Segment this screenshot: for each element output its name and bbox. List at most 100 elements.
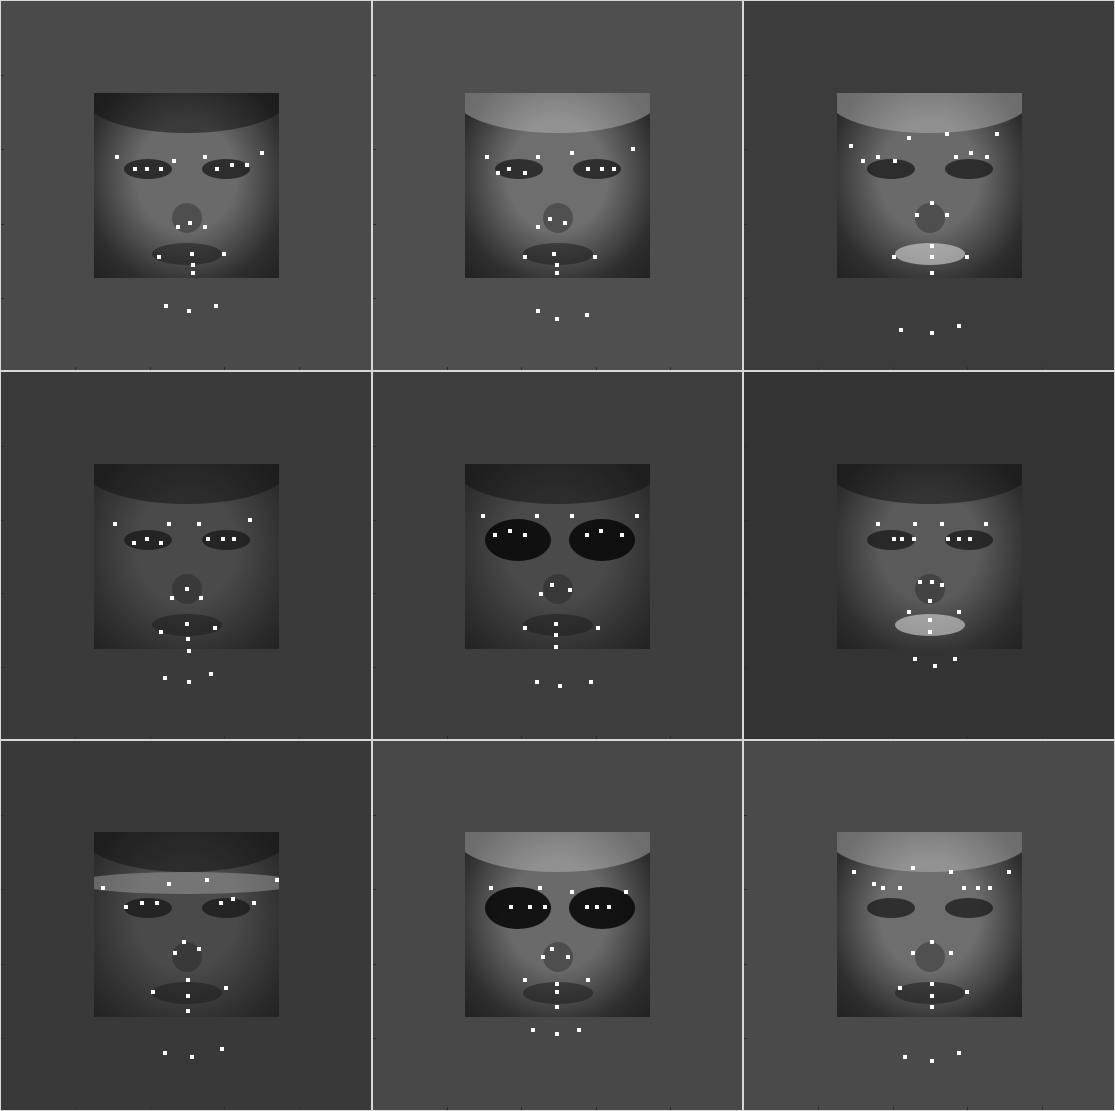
landmark-point	[945, 132, 949, 136]
axis-tick	[373, 298, 376, 299]
landmark-point	[915, 213, 919, 217]
landmark-point	[635, 514, 639, 518]
axis-tick	[75, 1107, 76, 1110]
landmark-point	[186, 994, 190, 998]
axis-tick	[596, 1107, 597, 1110]
landmark-point	[507, 167, 511, 171]
landmark-point	[187, 649, 191, 653]
landmark-point	[930, 1059, 934, 1063]
landmark-point	[260, 151, 264, 155]
axis-tick	[1, 667, 4, 668]
axis-tick	[1, 815, 4, 816]
landmark-point	[536, 309, 540, 313]
landmark-point	[555, 271, 559, 275]
landmark-point	[577, 1028, 581, 1032]
landmark-point	[523, 978, 527, 982]
axis-tick	[1, 889, 4, 890]
axis-tick	[744, 889, 747, 890]
landmark-point	[620, 533, 624, 537]
landmark-point	[536, 155, 540, 159]
landmark-point	[190, 252, 194, 256]
landmark-point	[555, 982, 559, 986]
landmark-point	[930, 244, 934, 248]
landmark-point	[213, 626, 217, 630]
mouth-shade	[152, 982, 222, 1004]
landmark-point	[115, 155, 119, 159]
landmark-point	[949, 951, 953, 955]
landmark-point	[493, 533, 497, 537]
landmark-point	[531, 1028, 535, 1032]
landmark-point	[930, 1005, 934, 1009]
axis-tick	[373, 889, 376, 890]
landmark-point	[151, 990, 155, 994]
landmark-point	[912, 537, 916, 541]
axis-tick	[299, 736, 300, 739]
landmark-point	[232, 537, 236, 541]
landmark-point	[928, 630, 932, 634]
face-photo	[94, 93, 279, 278]
face-photo	[837, 832, 1022, 1017]
axis-tick	[744, 224, 747, 225]
nose-shade	[915, 942, 945, 972]
axis-tick	[373, 520, 376, 521]
landmark-point	[536, 225, 540, 229]
landmark-point	[631, 147, 635, 151]
face-panel-2	[372, 0, 743, 371]
landmark-point	[164, 304, 168, 308]
landmark-point	[968, 537, 972, 541]
axis-tick	[521, 367, 522, 370]
landmark-point	[892, 537, 896, 541]
landmark-point	[203, 225, 207, 229]
landmark-point	[861, 159, 865, 163]
landmark-point	[876, 155, 880, 159]
axis-tick	[744, 964, 747, 965]
hair-shade	[837, 93, 1022, 133]
landmark-point	[528, 905, 532, 909]
face-panel-5	[372, 371, 743, 740]
landmark-point	[167, 522, 171, 526]
landmark-point	[930, 940, 934, 944]
landmark-point	[568, 588, 572, 592]
landmark-point	[159, 541, 163, 545]
axis-tick	[521, 736, 522, 739]
face-photo	[465, 93, 650, 278]
landmark-point	[159, 630, 163, 634]
left-eye-shade	[867, 898, 915, 918]
axis-tick	[447, 736, 448, 739]
landmark-point	[172, 159, 176, 163]
landmark-point	[586, 978, 590, 982]
landmark-point	[176, 225, 180, 229]
axis-tick	[596, 367, 597, 370]
landmark-point	[558, 684, 562, 688]
landmark-point	[188, 221, 192, 225]
face-panel-4	[0, 371, 372, 740]
axis-tick	[670, 736, 671, 739]
landmark-point	[940, 583, 944, 587]
landmark-point	[946, 537, 950, 541]
hair-shade	[465, 464, 650, 504]
landmark-point	[481, 514, 485, 518]
landmark-point	[191, 271, 195, 275]
landmark-point	[965, 990, 969, 994]
right-lens	[569, 519, 635, 561]
landmark-point	[907, 610, 911, 614]
left-lens	[485, 519, 551, 561]
axis-tick	[967, 736, 968, 739]
nose-shade	[915, 203, 945, 233]
landmark-point	[543, 905, 547, 909]
axis-tick	[1, 75, 4, 76]
landmark-point	[222, 252, 226, 256]
landmark-point	[957, 537, 961, 541]
landmark-point	[589, 680, 593, 684]
landmark-point	[508, 529, 512, 533]
mouth-shade	[523, 614, 593, 636]
axis-tick	[818, 1107, 819, 1110]
face-photo	[94, 832, 279, 1017]
landmark-point	[953, 657, 957, 661]
axis-tick	[373, 964, 376, 965]
landmark-point	[209, 672, 213, 676]
landmark-point	[485, 155, 489, 159]
landmark-point	[607, 905, 611, 909]
landmark-point	[186, 637, 190, 641]
landmark-point	[219, 901, 223, 905]
